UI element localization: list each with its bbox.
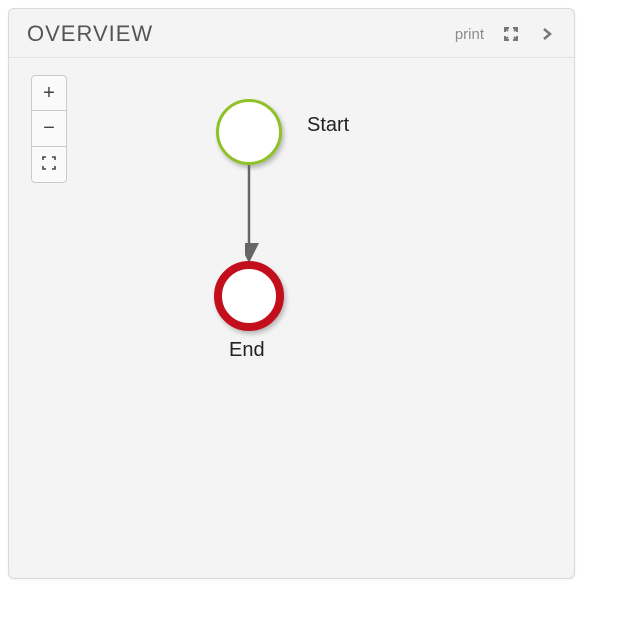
panel-title: OVERVIEW [27, 21, 153, 47]
diagram-canvas[interactable]: Start End [9, 59, 574, 578]
panel-actions: print [455, 25, 556, 43]
overview-panel: OVERVIEW print + − [8, 8, 575, 579]
end-node-label: End [229, 339, 265, 362]
start-node[interactable] [216, 99, 282, 165]
panel-header: OVERVIEW print [9, 9, 574, 58]
end-node[interactable] [214, 261, 284, 331]
edge-arrow [245, 165, 265, 265]
expand-icon[interactable] [502, 25, 520, 43]
chevron-right-icon[interactable] [538, 25, 556, 43]
start-node-label: Start [307, 114, 349, 137]
print-link[interactable]: print [455, 26, 484, 43]
